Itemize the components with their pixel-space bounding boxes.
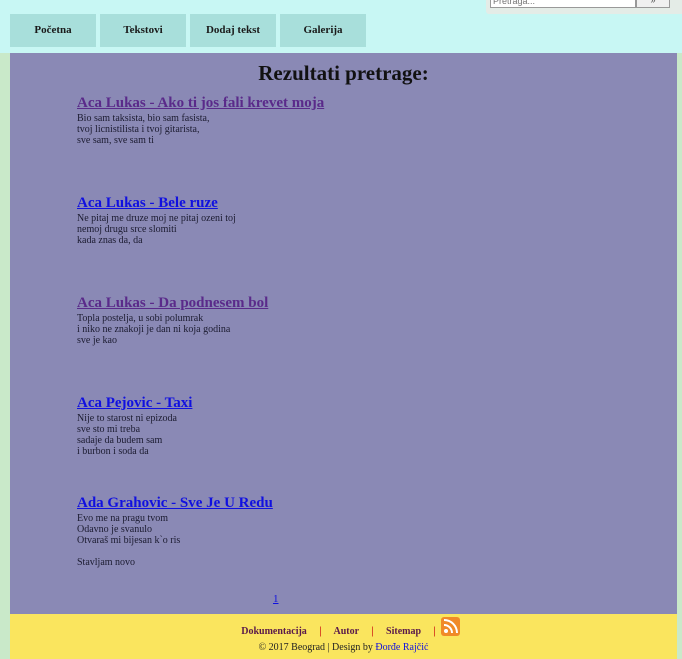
result-excerpt-line	[77, 546, 497, 557]
result-excerpt-line: sadaje da budem sam	[77, 435, 163, 446]
result-excerpt-line: Evo me na pragu tvom	[77, 513, 169, 524]
footer-link-dokumentacija[interactable]: Dokumentacija	[241, 626, 307, 637]
footer-link-sitemap[interactable]: Sitemap	[386, 626, 421, 637]
result-excerpt-line: i burbon i soda da	[77, 446, 149, 457]
copyright-text: © 2017 Beograd | Design by	[258, 642, 376, 653]
result-excerpt-line: i niko ne znakoji je dan ni koja godina	[77, 324, 231, 335]
result-link[interactable]: Aca Lukas - Da podnesem bol	[77, 295, 497, 312]
result-item: Aca Lukas - Da podnesem bol Topla postel…	[77, 295, 497, 346]
result-excerpt-line: Bio sam taksista, bio sam fasista,	[77, 113, 210, 124]
footer: Dokumentacija | Autor | Sitemap | © 2017…	[10, 614, 677, 659]
pagination-page-link[interactable]: 1	[273, 593, 279, 605]
result-excerpt-line: sve sto mi treba	[77, 424, 141, 435]
rss-icon-glyph	[443, 619, 458, 634]
result-link[interactable]: Ada Grahovic - Sve Je U Redu	[77, 495, 497, 512]
page-title: Rezultati pretrage:	[258, 61, 429, 85]
result-excerpt-line: Stavljam novo	[77, 557, 136, 568]
result-item: Aca Lukas - Ako ti jos fali krevet moja …	[77, 95, 497, 146]
result-excerpt-line: Odavno je svanulo	[77, 524, 152, 535]
author-link[interactable]: Đorđe Rajčić	[375, 642, 428, 653]
result-excerpt-line: sve sam, sve sam ti	[77, 135, 154, 146]
footer-separator: |	[371, 626, 374, 637]
nav-item-pocetna[interactable]: Početna	[10, 14, 96, 47]
search-input[interactable]	[490, 0, 636, 8]
copyright: © 2017 Beograd | Design by Đorđe Rajčić	[10, 642, 677, 653]
result-excerpt-line: sve je kao	[77, 335, 117, 346]
footer-separator: |	[319, 626, 322, 637]
footer-links: Dokumentacija | Autor | Sitemap |	[10, 626, 677, 637]
footer-link-autor[interactable]: Autor	[333, 626, 358, 637]
result-excerpt-line: Otvaraš mi bijesan k`o ris	[77, 535, 181, 546]
result-item: Aca Lukas - Bele ruze Ne pitaj me druze …	[77, 195, 497, 246]
result-excerpt-line: Nije to starost ni epizoda	[77, 413, 177, 424]
result-link[interactable]: Aca Lukas - Bele ruze	[77, 195, 497, 212]
result-excerpt-line: tvoj licnistilista i tvoj gitarista,	[77, 124, 200, 135]
result-item: Aca Pejovic - Taxi Nije to starost ni ep…	[77, 395, 497, 457]
result-excerpt-line: Ne pitaj me druze moj ne pitaj ozeni toj	[77, 213, 236, 224]
result-excerpt-line: nemoj drugu srce slomiti	[77, 224, 177, 235]
nav-item-dodaj-tekst[interactable]: Dodaj tekst	[190, 14, 276, 47]
result-item: Ada Grahovic - Sve Je U Redu Evo me na p…	[77, 495, 497, 568]
result-link[interactable]: Aca Pejovic - Taxi	[77, 395, 497, 412]
header: » Početna Tekstovi Dodaj tekst Galerija	[0, 0, 682, 53]
nav-item-tekstovi[interactable]: Tekstovi	[100, 14, 186, 47]
result-link[interactable]: Aca Lukas - Ako ti jos fali krevet moja	[77, 95, 497, 112]
rss-icon[interactable]	[441, 617, 460, 636]
main-content: Rezultati pretrage: Aca Lukas - Ako ti j…	[10, 53, 677, 614]
result-excerpt-line: Topla postelja, u sobi polumrak	[77, 313, 204, 324]
nav-item-galerija[interactable]: Galerija	[280, 14, 366, 47]
search-button[interactable]: »	[636, 0, 670, 8]
footer-separator: |	[433, 626, 436, 637]
result-excerpt-line: kada znas da, da	[77, 235, 143, 246]
